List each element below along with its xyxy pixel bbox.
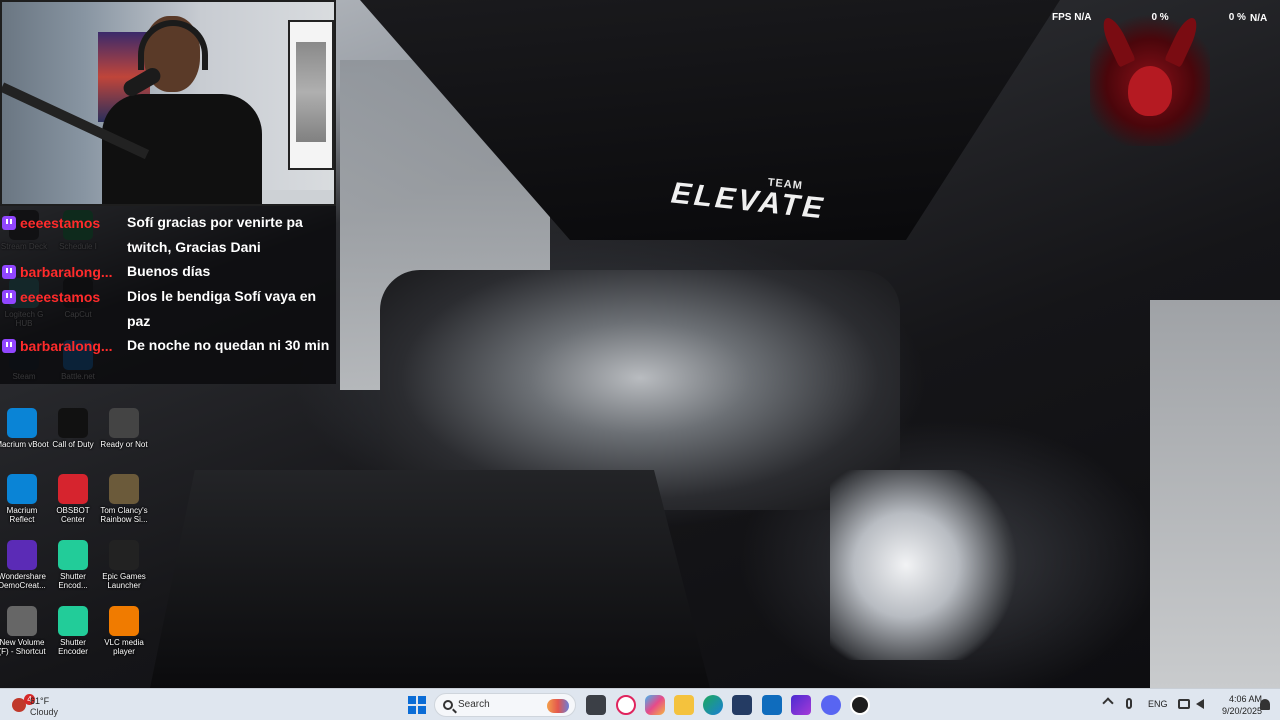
start-button[interactable]: [408, 696, 426, 714]
desktop-icon[interactable]: Epic Games Launcher: [96, 540, 152, 590]
taskbar-search[interactable]: Search: [434, 693, 576, 717]
desktop-icon-label: Macrium Reflect: [6, 506, 38, 524]
desktop-icon[interactable]: Call of Duty: [45, 408, 101, 449]
notification-bell-icon[interactable]: [1260, 699, 1270, 710]
file-explorer-icon[interactable]: [674, 695, 694, 715]
desktop-icon-label: Epic Games Launcher: [102, 572, 146, 590]
desktop-icon-label: Shutter Encoder: [58, 638, 88, 656]
desktop-icon-label: Macrium vBoot: [0, 440, 49, 449]
streamer: [102, 16, 282, 204]
desktop-icon-label: Tom Clancy's Rainbow Si...: [100, 506, 148, 524]
chat-username: barbaralong...: [20, 338, 113, 354]
desktop-icon-label: Shutter Encod...: [58, 572, 88, 590]
desktop-icon-label: Wondershare DemoCreat...: [0, 572, 46, 590]
call-of-duty-icon: [58, 408, 88, 438]
shutter-encoder-icon: [58, 606, 88, 636]
search-icon: [443, 700, 453, 710]
desktop-icon[interactable]: Tom Clancy's Rainbow Si...: [96, 474, 152, 524]
store-icon[interactable]: [732, 695, 752, 715]
desktop-icon[interactable]: OBSBOT Center: [45, 474, 101, 524]
input-language[interactable]: ENG: [1148, 699, 1168, 709]
desktop-icon-label: VLC media player: [104, 638, 144, 656]
clock-date[interactable]: 9/20/2025: [1208, 706, 1262, 716]
obs-icon[interactable]: [850, 695, 870, 715]
clock-time[interactable]: 4:06 AM: [1222, 694, 1262, 704]
desktop-icon-label: Ready or Not: [100, 440, 148, 449]
epic-games-icon: [109, 540, 139, 570]
discord-icon[interactable]: [821, 695, 841, 715]
task-view-icon[interactable]: [586, 695, 606, 715]
desktop-icon-label: New Volume (F) - Shortcut: [0, 638, 46, 656]
microphone-icon[interactable]: [1126, 698, 1132, 709]
twitch-icon: [2, 290, 16, 304]
search-highlight-icon: [547, 699, 569, 713]
desktop-icon[interactable]: Ready or Not: [96, 408, 152, 449]
chat-text: Sofí gracias por venirte pa twitch, Grac…: [127, 214, 303, 255]
rainbow-six-icon: [109, 474, 139, 504]
copilot-icon[interactable]: [645, 695, 665, 715]
drive-icon: [7, 606, 37, 636]
devil-skull-overlay: [1090, 6, 1210, 146]
banner-name-text: ELEVATE: [669, 176, 827, 226]
desktop-icon[interactable]: Shutter Encod...: [45, 540, 101, 590]
car-bumper: [150, 470, 710, 688]
obsbot-icon: [58, 474, 88, 504]
network-icon[interactable]: [1178, 699, 1190, 709]
shutter-encoder-icon: [58, 540, 88, 570]
chat-username: eeeestamos: [20, 215, 101, 231]
desktop-icon[interactable]: VLC media player: [96, 606, 152, 656]
twitch-icon: [2, 265, 16, 279]
vlc-icon: [109, 606, 139, 636]
cpu-usage: 0 %: [1151, 12, 1169, 23]
edge-icon[interactable]: [703, 695, 723, 715]
desktop-icon[interactable]: Macrium vBoot: [0, 408, 50, 449]
weather-condition: Cloudy: [30, 707, 59, 717]
volume-icon[interactable]: [1196, 699, 1204, 709]
wondershare-icon: [7, 540, 37, 570]
opera-icon[interactable]: [616, 695, 636, 715]
search-placeholder: Search: [458, 699, 490, 710]
chat-text: Dios le bendiga Sofí vaya en paz: [127, 288, 317, 329]
chat-username: barbaralong...: [20, 264, 113, 280]
desktop-icon-label: Call of Duty: [52, 440, 94, 449]
weather-widget[interactable]: 4 61°F Cloudy: [8, 692, 88, 718]
taskbar: 4 61°F Cloudy Search ENG 4:06 AM 9/20/20…: [0, 688, 1280, 720]
headphones-icon: [138, 20, 208, 70]
performance-overlay: FPS N/A 0 % 0 %: [1052, 12, 1246, 26]
webcam-feed: [0, 0, 336, 206]
framed-art: [288, 20, 334, 170]
chat-text: De noche no quedan ni 30 min: [127, 337, 330, 353]
app-icon[interactable]: [791, 695, 811, 715]
overlay-right-value: N/A: [1250, 13, 1268, 24]
showroom-floor: [1150, 300, 1280, 688]
chat-overlay: eeeestamos Sofí gracias por venirte pa t…: [0, 206, 336, 384]
twitch-icon: [2, 339, 16, 353]
chat-text: Buenos días: [127, 263, 211, 279]
screen: TEAM ELEVATE FPS N/A 0 % 0 % N/A Stream …: [0, 0, 1280, 720]
twitch-icon: [2, 216, 16, 230]
macrium-vboot-icon: [7, 408, 37, 438]
skull-icon: [1128, 66, 1172, 116]
outlook-icon[interactable]: [762, 695, 782, 715]
chat-username: eeeestamos: [20, 289, 101, 305]
ready-or-not-icon: [109, 408, 139, 438]
macrium-reflect-icon: [7, 474, 37, 504]
chevron-up-icon[interactable]: [1102, 697, 1114, 709]
desktop-icon[interactable]: Macrium Reflect: [0, 474, 50, 524]
desktop-icon[interactable]: New Volume (F) - Shortcut: [0, 606, 50, 656]
fps-label: FPS N/A: [1052, 12, 1092, 23]
desktop-icon-label: OBSBOT Center: [56, 506, 90, 524]
gpu-usage: 0 %: [1228, 12, 1246, 23]
desktop-icon[interactable]: Shutter Encoder: [45, 606, 101, 656]
desktop-icon[interactable]: Wondershare DemoCreat...: [0, 540, 50, 590]
car-headlight: [830, 470, 1020, 660]
weather-temp: 61°F: [30, 696, 50, 706]
